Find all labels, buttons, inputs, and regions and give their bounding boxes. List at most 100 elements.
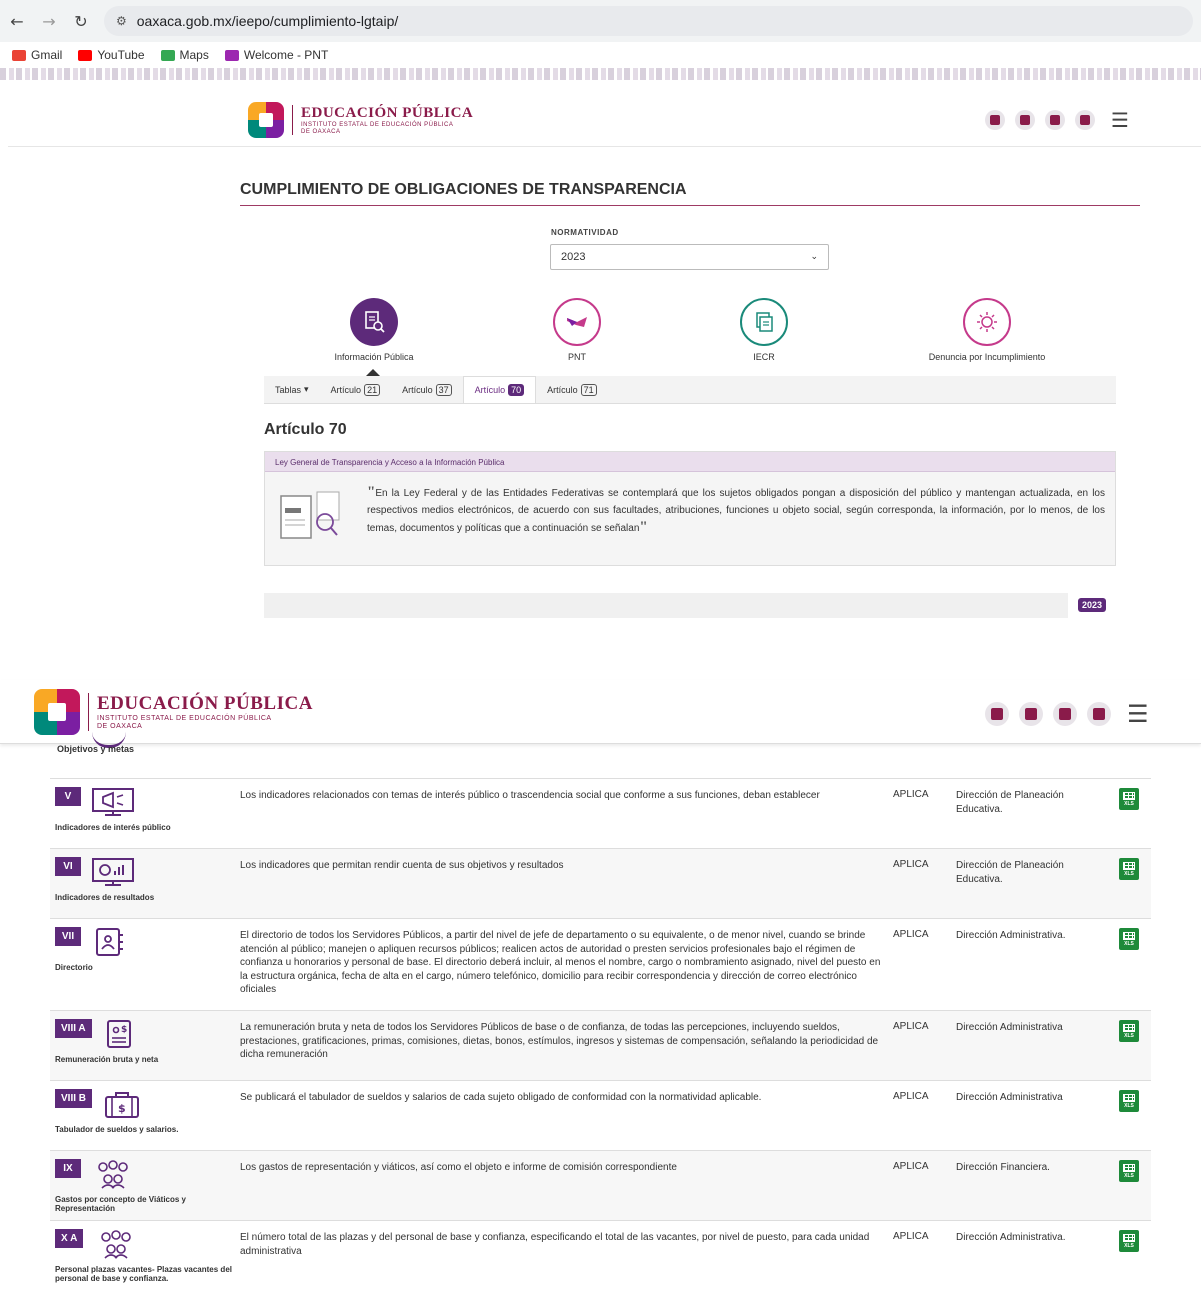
forward-icon[interactable]: → xyxy=(40,12,58,31)
back-icon[interactable]: ← xyxy=(8,12,26,31)
site-settings-icon[interactable]: ⚙ xyxy=(116,14,127,28)
gmail-icon xyxy=(12,49,26,61)
fraction-name: Gastos por concepto de Viáticos y Repres… xyxy=(55,1195,186,1213)
bookmark-gmail[interactable]: Gmail xyxy=(12,48,62,62)
logo-title: EDUCACIÓN PÚBLICA xyxy=(301,104,474,121)
decorative-pattern xyxy=(0,68,1201,80)
search-document-icon[interactable] xyxy=(1015,110,1035,130)
year-badge[interactable]: 2023 xyxy=(1078,598,1107,612)
logo-subtitle: INSTITUTO ESTATAL DE EDUCACIÓN PÚBLICA xyxy=(301,121,454,128)
megaphone-monitor-icon xyxy=(92,788,135,816)
table-row: VI Indicadores de resultados Los indicad… xyxy=(50,848,1151,918)
category-denuncia[interactable]: Denuncia por Incumplimiento xyxy=(907,298,1067,362)
url-text: oaxaca.gob.mx/ieepo/cumplimiento-lgtaip/ xyxy=(136,13,399,29)
tab-articulo-37[interactable]: Artículo 37 xyxy=(391,376,463,403)
document-search-icon xyxy=(350,298,398,346)
active-category-pointer xyxy=(366,369,380,376)
site-logo[interactable]: EDUCACIÓN PÚBLICA INSTITUTO ESTATAL DE E… xyxy=(248,102,473,138)
xls-download-icon[interactable]: XLS xyxy=(1119,928,1139,950)
responsible-unit: Dirección Administrativa. xyxy=(956,1232,1066,1243)
contact-icon[interactable] xyxy=(1075,110,1095,130)
status-label: APLICA xyxy=(893,929,929,940)
logo-subtitle: INSTITUTO ESTATAL DE EDUCACIÓN PÚBLICA xyxy=(97,715,272,722)
menu-icon[interactable]: ☰ xyxy=(1127,700,1149,728)
fraction-number: X A xyxy=(55,1229,84,1248)
chevron-down-icon: ⌄ xyxy=(810,252,818,262)
category-iecr[interactable]: IECR xyxy=(684,298,844,362)
bookmark-youtube[interactable]: YouTube xyxy=(78,48,145,62)
normatividad-select[interactable]: 2023 ⌄ xyxy=(550,244,829,270)
fraction-name: Personal plazas vacantes- Plazas vacante… xyxy=(55,1265,232,1283)
category-informacion-publica[interactable]: Información Pública xyxy=(294,298,454,362)
header-icons: ☰ xyxy=(985,108,1129,132)
browser-toolbar: ← → ↻ ⚙ oaxaca.gob.mx/ieepo/cumplimiento… xyxy=(0,0,1201,42)
table-row: IX Gastos por concepto de Viáticos y Rep… xyxy=(50,1150,1151,1220)
status-label: APLICA xyxy=(893,1161,929,1172)
xls-download-icon[interactable]: XLS xyxy=(1119,1230,1139,1252)
fraction-name: Tabulador de sueldos y salarios. xyxy=(55,1125,179,1134)
xls-download-icon[interactable]: XLS xyxy=(1119,1090,1139,1112)
obligations-table: V Indicadores de interés público Los ind… xyxy=(50,778,1151,1300)
responsible-unit: Dirección Administrativa. xyxy=(956,930,1066,941)
table-row: X A Personal plazas vacantes- Plazas vac… xyxy=(50,1220,1151,1300)
year-progress-bar xyxy=(264,593,1068,618)
status-label: APLICA xyxy=(893,1231,929,1242)
alert-complaint-icon xyxy=(963,298,1011,346)
accessibility-icon[interactable] xyxy=(985,110,1005,130)
menu-icon[interactable]: ☰ xyxy=(1111,108,1129,132)
page-title: CUMPLIMIENTO DE OBLIGACIONES DE TRANSPAR… xyxy=(240,181,1140,206)
responsible-unit: Dirección de Planeación Educativa. xyxy=(956,860,1064,885)
maps-icon xyxy=(160,49,175,61)
shield-icon[interactable] xyxy=(1053,702,1077,726)
salary-document-icon: $ xyxy=(107,1020,132,1048)
oaxaca-emblem-icon xyxy=(34,689,80,735)
table-row: VIII B $ Tabulador de sueldos y salarios… xyxy=(50,1080,1151,1150)
tab-articulo-70[interactable]: Artículo 70 xyxy=(462,376,537,403)
people-group-icon xyxy=(100,1230,131,1259)
site-header: EDUCACIÓN PÚBLICA INSTITUTO ESTATAL DE E… xyxy=(8,92,1201,147)
sticky-site-header: EDUCACIÓN PÚBLICA INSTITUTO ESTATAL DE E… xyxy=(0,680,1201,744)
youtube-icon xyxy=(78,49,93,61)
fraction-number: V xyxy=(55,787,81,806)
status-label: APLICA xyxy=(893,789,929,800)
fraction-number: VI xyxy=(55,857,81,876)
logo-subtitle-2: DE OAXACA xyxy=(301,128,341,135)
bookmark-maps[interactable]: Maps xyxy=(160,48,209,62)
reload-icon[interactable]: ↻ xyxy=(72,12,90,31)
xls-download-icon[interactable]: XLS xyxy=(1119,1160,1139,1182)
xls-download-icon[interactable]: XLS xyxy=(1119,858,1139,880)
accessibility-icon[interactable] xyxy=(985,702,1009,726)
briefcase-money-icon: $ xyxy=(105,1092,140,1118)
address-bar[interactable]: ⚙ oaxaca.gob.mx/ieepo/cumplimiento-lgtai… xyxy=(104,6,1193,36)
responsible-unit: Dirección Administrativa xyxy=(956,1092,1063,1103)
fraction-description: Los indicadores relacionados con temas d… xyxy=(240,790,820,801)
tab-articulo-21[interactable]: Artículo 21 xyxy=(320,376,392,403)
tab-articulo-71[interactable]: Artículo 71 xyxy=(536,376,608,403)
table-row: VII Directorio El directorio de todos lo… xyxy=(50,918,1151,1010)
xls-download-icon[interactable]: XLS xyxy=(1119,1020,1139,1042)
site-logo-sticky[interactable]: EDUCACIÓN PÚBLICA INSTITUTO ESTATAL DE E… xyxy=(34,689,313,735)
status-label: APLICA xyxy=(893,1021,929,1032)
fraction-description: El número total de las plazas y del pers… xyxy=(240,1232,870,1257)
oaxaca-emblem-icon xyxy=(248,102,284,138)
responsible-unit: Dirección Administrativa xyxy=(956,1022,1063,1033)
svg-text:$: $ xyxy=(118,1102,126,1115)
responsible-unit: Dirección de Planeación Educativa. xyxy=(956,790,1064,815)
law-quote-box: Ley General de Transparencia y Acceso a … xyxy=(264,451,1116,566)
contact-icon[interactable] xyxy=(1087,702,1111,726)
status-label: APLICA xyxy=(893,1091,929,1102)
tab-tablas[interactable]: Tablas ▾ xyxy=(264,376,320,403)
article-title: Artículo 70 xyxy=(264,421,347,438)
law-book-icon xyxy=(280,491,340,539)
people-group-icon xyxy=(98,1160,129,1189)
fraction-description: El directorio de todos los Servidores Pú… xyxy=(240,930,881,995)
fraction-number: VIII A xyxy=(55,1019,92,1038)
shield-icon[interactable] xyxy=(1045,110,1065,130)
xls-download-icon[interactable]: XLS xyxy=(1119,788,1139,810)
fraction-name: Remuneración bruta y neta xyxy=(55,1055,159,1064)
category-pnt[interactable]: PNT xyxy=(497,298,657,362)
bookmark-pnt[interactable]: Welcome - PNT xyxy=(224,48,328,62)
fraction-number: VII xyxy=(55,927,81,946)
bookmarks-bar: Gmail YouTube Maps Welcome - PNT xyxy=(0,42,1201,68)
search-document-icon[interactable] xyxy=(1019,702,1043,726)
